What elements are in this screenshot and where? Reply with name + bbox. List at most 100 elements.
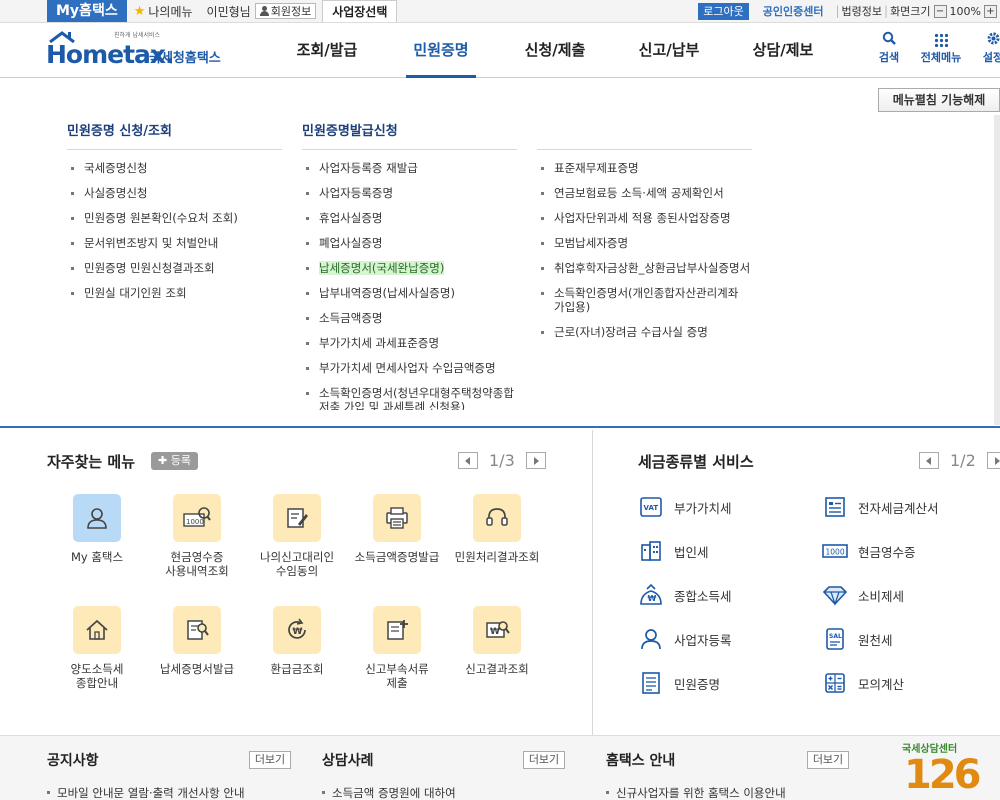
prev-page-button[interactable] bbox=[919, 452, 939, 469]
quick-item-agent-consent[interactable]: 나의신고대리인 수임동의 bbox=[247, 494, 347, 578]
menu-column-apply: 민원증명 신청/조회 국세증명신청 사실증명신청 민원증명 원본확인(수요처 조… bbox=[67, 120, 282, 311]
menu-column-title: 민원증명발급신청 bbox=[302, 120, 517, 150]
quick-item-result-lookup[interactable]: 민원처리결과조회 bbox=[447, 494, 547, 564]
tax-type-service-section: 세금종류별 서비스 1/2 VAT 부가가치세 전자세금계산서 법인세 1000… bbox=[594, 430, 1000, 735]
quick-item-attachment-submit[interactable]: 신고부속서류 제출 bbox=[347, 606, 447, 690]
quick-item-label: 신고결과조회 bbox=[465, 662, 529, 676]
tax-item-business-registration[interactable]: 사업자등록 bbox=[638, 626, 732, 652]
tax-item-vat[interactable]: VAT 부가가치세 bbox=[638, 494, 732, 520]
cases-item[interactable]: 소득금액 증명원에 대하여 bbox=[320, 785, 456, 800]
menu-item[interactable]: 표준재무제표증명 bbox=[537, 161, 752, 175]
scrollbar[interactable] bbox=[994, 115, 1000, 425]
quick-item-label: 나의신고대리인 수임동의 bbox=[259, 550, 335, 578]
headset-icon bbox=[473, 494, 521, 542]
menu-item[interactable]: 휴업사실증명 bbox=[302, 211, 517, 225]
menu-item[interactable]: 근로(자녀)장려금 수급사실 증명 bbox=[537, 325, 752, 339]
menu-item[interactable]: 납부내역증명(납세사실증명) bbox=[302, 286, 517, 300]
notice-item[interactable]: 모바일 안내문 열람·출력 개선사항 안내 bbox=[45, 785, 245, 800]
consumption-tax-icon bbox=[822, 582, 848, 608]
separator: | bbox=[884, 4, 889, 18]
hometax-logo[interactable]: 친하게 납세서비스 Hometax. 국세청홈택스 bbox=[46, 29, 236, 73]
gnb-certificates[interactable]: 민원증명 bbox=[384, 23, 498, 78]
menu-item[interactable]: 소득금액증명 bbox=[302, 311, 517, 325]
certificate-icon bbox=[638, 670, 664, 696]
zoom-in-button[interactable]: + bbox=[984, 4, 997, 18]
menu-item-highlighted[interactable]: 납세증명서(국세완납증명) bbox=[302, 261, 517, 275]
tax-item-e-invoice[interactable]: 전자세금계산서 bbox=[822, 494, 939, 520]
menu-item[interactable]: 사업자등록증명 bbox=[302, 186, 517, 200]
menu-item[interactable]: 민원증명 원본확인(수요처 조회) bbox=[67, 211, 282, 225]
menu-item[interactable]: 사업자등록증 재발급 bbox=[302, 161, 517, 175]
gnb-apply[interactable]: 신청/제출 bbox=[498, 23, 612, 78]
tax-item-consumption[interactable]: 소비제세 bbox=[822, 582, 904, 608]
tax-item-income[interactable]: ₩ 종합소득세 bbox=[638, 582, 732, 608]
menu-column-title: 민원증명 신청/조회 bbox=[67, 120, 282, 150]
guide-item[interactable]: 신규사업자를 위한 홈택스 이용안내 bbox=[604, 785, 786, 800]
guide-more-button[interactable]: 더보기 bbox=[807, 751, 849, 769]
document-search-icon bbox=[173, 606, 221, 654]
utility-bar: My홈택스 ★ 나의메뉴 이민형님 회원정보 사업장선택 로그아웃 공인인증센터… bbox=[0, 0, 1000, 23]
menu-item[interactable]: 취업후학자금상환_상환금납부사실증명서 bbox=[537, 261, 752, 275]
quick-item-income-cert[interactable]: 소득금액증명발급 bbox=[347, 494, 447, 564]
gnb-report-pay[interactable]: 신고/납부 bbox=[612, 23, 726, 78]
menu-item[interactable]: 민원증명 민원신청결과조회 bbox=[67, 261, 282, 275]
logo-korean-name: 국세청홈택스 bbox=[149, 51, 221, 66]
logout-button[interactable]: 로그아웃 bbox=[698, 2, 749, 20]
menu-item[interactable]: 부가가치세 과세표준증명 bbox=[302, 336, 517, 350]
next-page-button[interactable] bbox=[525, 452, 546, 469]
business-select-tab[interactable]: 사업장선택 bbox=[322, 0, 398, 22]
menu-item[interactable]: 민원실 대기인원 조회 bbox=[67, 286, 282, 300]
prev-page-button[interactable] bbox=[458, 452, 478, 469]
quick-item-transfer-tax[interactable]: 양도소득세 종합안내 bbox=[47, 606, 147, 690]
document-add-icon bbox=[373, 606, 421, 654]
menu-item[interactable]: 국세증명신청 bbox=[67, 161, 282, 175]
tax-item-corporate[interactable]: 법인세 bbox=[638, 538, 709, 564]
quick-item-tax-payment-cert[interactable]: 납세증명서발급 bbox=[147, 606, 247, 676]
menu-item[interactable]: 모범납세자증명 bbox=[537, 236, 752, 250]
my-hometax-tab[interactable]: My홈택스 bbox=[47, 0, 127, 22]
menu-item[interactable]: 소득확인증명서(개인종합자산관리계좌 가입용) bbox=[537, 286, 752, 314]
zoom-out-button[interactable]: − bbox=[933, 4, 947, 18]
law-info-link[interactable]: 법령정보 bbox=[842, 3, 882, 19]
quick-item-label: 신고부속서류 제출 bbox=[365, 662, 429, 690]
counsel-center-banner[interactable]: 국세상담센터 126 bbox=[900, 740, 1000, 800]
tax-item-simulation[interactable]: 모의계산 bbox=[822, 670, 904, 696]
my-menu-link[interactable]: ★ 나의메뉴 bbox=[127, 0, 200, 22]
cases-more-button[interactable]: 더보기 bbox=[523, 751, 565, 769]
gnb-lookup[interactable]: 조회/발급 bbox=[270, 23, 384, 78]
register-button[interactable]: ✚ 등록 bbox=[151, 452, 198, 470]
member-info-button[interactable]: 회원정보 bbox=[254, 3, 317, 19]
tax-item-withholding[interactable]: SAL 원천세 bbox=[822, 626, 893, 652]
menu-column-issue: 민원증명발급신청 사업자등록증 재발급 사업자등록증명 휴업사실증명 폐업사실증… bbox=[302, 120, 517, 421]
menu-column-title-empty bbox=[537, 120, 752, 150]
cert-center-link[interactable]: 공인인증센터 bbox=[763, 3, 824, 19]
quick-item-report-result[interactable]: ₩ 신고결과조회 bbox=[447, 606, 547, 676]
menu-item[interactable]: 부가가치세 면세사업자 수입금액증명 bbox=[302, 361, 517, 375]
notice-more-button[interactable]: 더보기 bbox=[249, 751, 291, 769]
page-indicator: 1/3 bbox=[489, 451, 515, 470]
zoom-value: 100% bbox=[949, 4, 981, 18]
search-tool[interactable]: 검색 bbox=[868, 31, 910, 65]
tax-item-certificate[interactable]: 민원증명 bbox=[638, 670, 720, 696]
menu-item[interactable]: 사실증명신청 bbox=[67, 186, 282, 200]
settings-label: 설정 bbox=[982, 51, 1000, 64]
quick-item-my-hometax[interactable]: My 홈택스 bbox=[47, 494, 147, 564]
e-invoice-icon bbox=[822, 494, 848, 520]
menu-item[interactable]: 문서위변조방지 및 처벌안내 bbox=[67, 236, 282, 250]
menu-fix-toggle-button[interactable]: 메뉴펼침 기능해제 bbox=[878, 88, 1000, 112]
menu-item[interactable]: 사업자단위과세 적용 종된사업장증명 bbox=[537, 211, 752, 225]
quick-item-refund[interactable]: ₩ 환급금조회 bbox=[247, 606, 347, 676]
menu-item[interactable]: 소득확인증명서(청년우대형주택청약종합저축 가입 및 과세특례 신청용) bbox=[302, 386, 517, 410]
settings-tool[interactable]: 설정 bbox=[972, 31, 1000, 65]
all-menu-tool[interactable]: 전체메뉴 bbox=[920, 31, 962, 65]
svg-text:₩: ₩ bbox=[293, 627, 303, 637]
screen-size-label: 화면크기 bbox=[890, 5, 931, 18]
gnb-consult[interactable]: 상담/제보 bbox=[726, 23, 840, 78]
tax-item-cash-receipt[interactable]: 1000 현금영수증 bbox=[822, 538, 916, 564]
quick-item-cash-receipt[interactable]: 1000 현금영수증 사용내역조회 bbox=[147, 494, 247, 578]
corporate-tax-icon bbox=[638, 538, 664, 564]
menu-item[interactable]: 폐업사실증명 bbox=[302, 236, 517, 250]
next-page-button[interactable] bbox=[986, 452, 1000, 469]
menu-item[interactable]: 연금보험료등 소득·세액 공제확인서 bbox=[537, 186, 752, 200]
member-info-label: 회원정보 bbox=[270, 5, 312, 18]
